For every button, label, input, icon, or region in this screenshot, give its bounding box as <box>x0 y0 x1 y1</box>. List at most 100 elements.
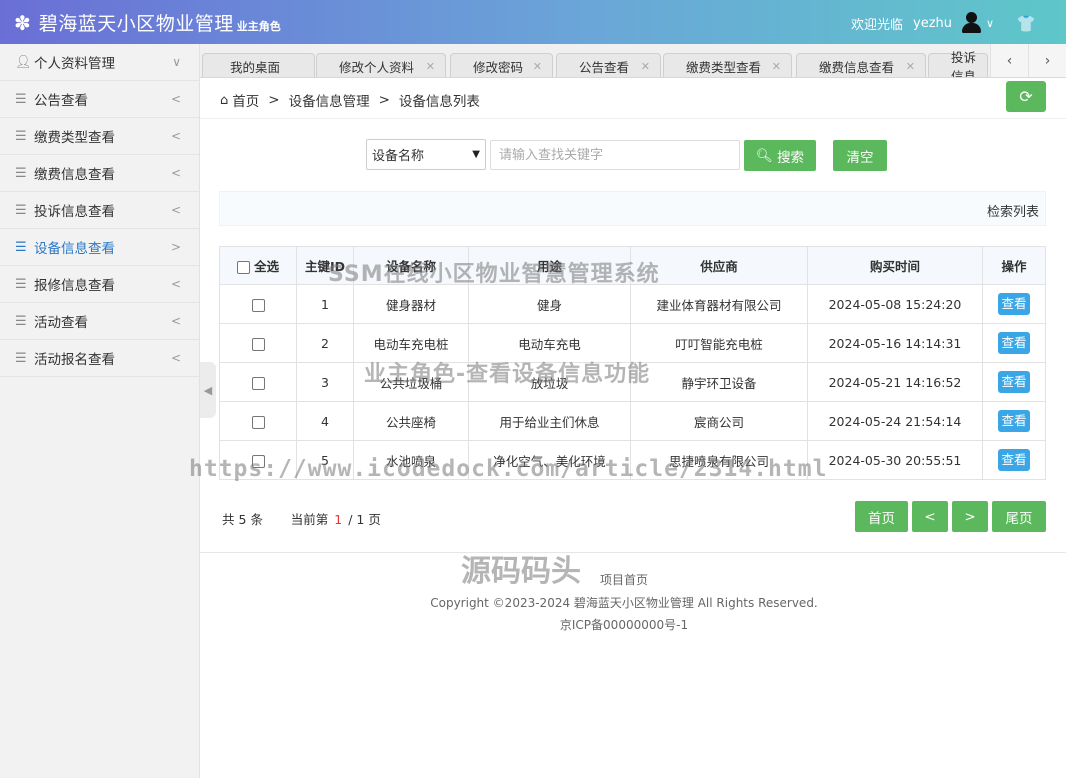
col-action: 操作 <box>982 246 1046 285</box>
footer-icp: 京ICP备00000000号-1 <box>559 618 689 632</box>
clear-button[interactable]: 清空 <box>833 140 887 171</box>
close-icon[interactable]: ✕ <box>426 60 435 73</box>
home-icon: ⌂ <box>220 92 229 108</box>
list-icon: ☰ <box>15 350 27 366</box>
tab[interactable]: 修改个人资料 ✕ <box>316 53 446 77</box>
footer-copyright: Copyright ©2023-2024 碧海蓝天小区物业管理 All Righ… <box>430 596 818 610</box>
search-field-value: 设备名称 <box>372 149 425 164</box>
sidebar-item[interactable]: ☰ 报修信息查看 < <box>0 266 199 303</box>
breadcrumb-home[interactable]: 首页 <box>232 90 259 110</box>
tab[interactable]: 缴费信息查看 ✕ <box>796 53 926 77</box>
theme-shirt-icon[interactable]: 👕 <box>1016 14 1036 33</box>
view-button[interactable]: 查看 <box>998 410 1030 432</box>
close-icon[interactable]: ✕ <box>533 60 542 73</box>
list-icon: ☰ <box>15 202 27 218</box>
watermark-url: https://www.icodedock.com/article/2314.h… <box>189 456 828 482</box>
tab[interactable]: 缴费类型查看 ✕ <box>663 53 792 77</box>
footer-home-link[interactable]: 项目首页 <box>200 571 1048 588</box>
view-button[interactable]: 查看 <box>998 332 1030 354</box>
sidebar-item[interactable]: ☰ 缴费类型查看 < <box>0 118 199 155</box>
tab[interactable]: 修改密码 ✕ <box>450 53 553 77</box>
row-checkbox[interactable] <box>251 376 265 390</box>
cell-time: 2024-05-21 14:16:52 <box>807 362 983 402</box>
gear-icon: ✽ <box>14 11 31 35</box>
sidebar-item-label: 报修信息查看 <box>34 278 115 294</box>
select-all-checkbox[interactable] <box>236 261 250 274</box>
user-icon: 👤︎ <box>15 54 32 70</box>
tab-label: 缴费类型查看 <box>686 59 762 75</box>
cell-action: 查看 <box>982 284 1046 324</box>
row-select-cell <box>219 323 297 363</box>
chevron-icon: < <box>170 92 181 106</box>
role-label: 业主角色 <box>236 20 281 33</box>
tab-label: 缴费信息查看 <box>819 59 895 75</box>
chevron-icon: < <box>170 351 181 365</box>
search-button[interactable]: 🔍︎ 搜索 <box>744 140 816 171</box>
tab-prev-icon[interactable]: ‹ <box>990 44 1028 77</box>
tab[interactable]: 公告查看 ✕ <box>556 53 661 77</box>
sidebar-item-label: 投诉信息查看 <box>34 204 115 220</box>
prev-page-button[interactable]: < <box>912 501 948 532</box>
cell-action: 查看 <box>982 362 1046 402</box>
chevron-icon: < <box>170 203 181 217</box>
last-page-button[interactable]: 尾页 <box>992 501 1046 532</box>
sidebar-item[interactable]: ☰ 投诉信息查看 < <box>0 192 199 229</box>
row-checkbox[interactable] <box>251 415 265 429</box>
tab[interactable]: 投诉信息 <box>928 50 988 77</box>
sidebar-item[interactable]: ☰ 缴费信息查看 < <box>0 155 199 192</box>
col-select-all[interactable]: 全选 <box>219 246 297 285</box>
cell-supplier: 宸商公司 <box>630 401 808 441</box>
row-checkbox[interactable] <box>251 337 265 351</box>
sidebar-item[interactable]: ☰ 活动报名查看 < <box>0 340 199 377</box>
result-header: 检索列表 <box>219 191 1046 226</box>
close-icon[interactable]: ✕ <box>772 60 781 73</box>
sidebar-item[interactable]: ☰ 公告查看 < <box>0 81 199 118</box>
cell-action: 查看 <box>982 401 1046 441</box>
sidebar-item[interactable]: ☰ 设备信息查看 > <box>0 229 199 266</box>
breadcrumb-level1[interactable]: 设备信息管理 <box>289 90 370 110</box>
cell-action: 查看 <box>982 440 1046 480</box>
table-row: 1 健身器材 健身 建业体育器材有限公司 2024-05-08 15:24:20 查看 <box>219 284 1046 324</box>
chevron-icon: > <box>170 240 181 254</box>
cell-usage: 用于给业主们休息 <box>468 401 631 441</box>
refresh-button[interactable]: ⟳ <box>1006 81 1046 112</box>
sidebar-item-label: 个人资料管理 <box>34 56 115 72</box>
row-checkbox[interactable] <box>251 298 265 312</box>
welcome-text: 欢迎光临 <box>851 17 904 33</box>
chevron-down-icon[interactable]: ∨ <box>986 17 994 30</box>
cell-action: 查看 <box>982 323 1046 363</box>
view-button[interactable]: 查看 <box>998 293 1030 315</box>
row-select-cell <box>219 362 297 402</box>
first-page-button[interactable]: 首页 <box>855 501 908 532</box>
search-field-select[interactable]: 设备名称 ▼ <box>366 139 486 170</box>
cell-id: 1 <box>296 284 354 324</box>
current-prefix: 当前第 <box>290 512 329 527</box>
sidebar-item[interactable]: 👤︎ 个人资料管理 ∨ <box>0 44 199 81</box>
cell-id: 2 <box>296 323 354 363</box>
total-suffix: 条 <box>250 512 263 527</box>
tab-next-icon[interactable]: › <box>1028 44 1066 77</box>
sidebar-item-label: 活动查看 <box>34 315 88 331</box>
sidebar-collapse-handle[interactable]: ◀ <box>200 362 216 418</box>
cell-time: 2024-05-30 20:55:51 <box>807 440 983 480</box>
sidebar-item-label: 活动报名查看 <box>34 352 115 368</box>
search-input[interactable] <box>490 140 740 170</box>
user-avatar-icon[interactable] <box>960 12 982 34</box>
breadcrumb-level2: 设备信息列表 <box>398 94 480 110</box>
cell-name: 健身器材 <box>353 284 469 324</box>
breadcrumb: ⌂ 首页 > 设备信息管理 > 设备信息列表 <box>220 90 480 110</box>
close-icon[interactable]: ✕ <box>641 60 650 73</box>
sidebar-item[interactable]: ☰ 活动查看 < <box>0 303 199 340</box>
tab[interactable]: 我的桌面 <box>202 53 315 77</box>
view-button[interactable]: 查看 <box>998 371 1030 393</box>
cell-time: 2024-05-24 21:54:14 <box>807 401 983 441</box>
cell-supplier: 静宇环卫设备 <box>630 362 808 402</box>
row-select-cell <box>219 401 297 441</box>
view-button[interactable]: 查看 <box>998 449 1030 471</box>
close-icon[interactable]: ✕ <box>906 60 915 73</box>
pagination-info: 共 5 条 当前第 1 / 1 页 <box>222 509 381 528</box>
watermark-text: SSM在线小区物业智慧管理系统 <box>328 262 660 287</box>
next-page-button[interactable]: > <box>952 501 988 532</box>
divider <box>200 552 1066 553</box>
sidebar: 👤︎ 个人资料管理 ∨ ☰ 公告查看 < ☰ 缴费类型查看 < ☰ 缴费信息查看 < ☰ 投诉信息查看 < ☰… <box>0 44 200 778</box>
